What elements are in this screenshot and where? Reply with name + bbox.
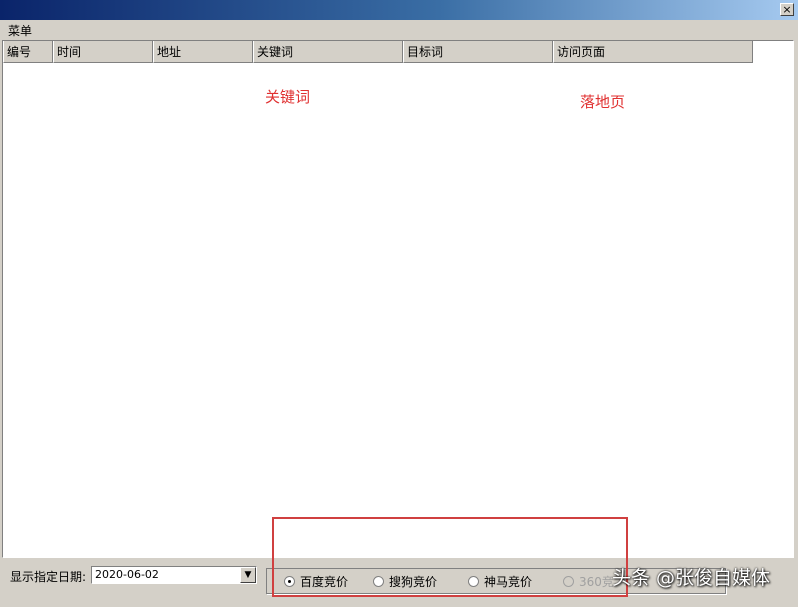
radio-baidu[interactable]: 百度竞价 [284, 572, 348, 590]
radio-shenma[interactable]: 神马竞价 [468, 572, 532, 590]
column-header-time[interactable]: 时间 [53, 41, 153, 63]
column-header-visited-page[interactable]: 访问页面 [553, 41, 753, 63]
date-dropdown-button[interactable]: ▼ [240, 567, 256, 583]
close-icon: × [782, 3, 792, 16]
radio-checked-dot [288, 579, 291, 583]
radio-label: 360竞 [579, 574, 614, 589]
keyword-annotation: 关键词 [265, 88, 311, 106]
radio-label[interactable]: 百度竞价 [300, 573, 348, 590]
radio-label[interactable]: 神马竞价 [484, 573, 532, 590]
radio-button-icon[interactable] [468, 575, 479, 587]
watermark: 头条 @张俊自媒体 [612, 567, 771, 589]
landing-page-annotation: 落地页 [580, 93, 626, 111]
column-header-id[interactable]: 编号 [3, 41, 53, 63]
column-header-address[interactable]: 地址 [153, 41, 253, 63]
menu-bar: 菜单 [0, 20, 798, 39]
list-header: 编号 时间 地址 关键词 目标词 访问页面 [3, 41, 753, 63]
column-header-target-word[interactable]: 目标词 [403, 41, 553, 63]
radio-button-icon [563, 575, 574, 587]
radio-sogou[interactable]: 搜狗竞价 [373, 572, 437, 590]
date-label: 显示指定日期: [10, 570, 87, 584]
radio-360: 360竞 [563, 572, 614, 590]
radio-button-icon[interactable] [373, 575, 384, 587]
record-list[interactable]: 编号 时间 地址 关键词 目标词 访问页面 关键词 落地页 [2, 40, 794, 558]
menu-item-menu[interactable]: 菜单 [8, 22, 32, 39]
date-value[interactable]: 2020-06-02 [95, 568, 159, 581]
title-bar: × [0, 0, 798, 20]
chevron-down-icon: ▼ [244, 570, 252, 580]
column-header-keyword[interactable]: 关键词 [253, 41, 403, 63]
radio-button-icon[interactable] [284, 575, 295, 587]
radio-label[interactable]: 搜狗竞价 [389, 573, 437, 590]
date-picker[interactable]: 2020-06-02 ▼ [91, 566, 257, 584]
close-button[interactable]: × [780, 3, 794, 16]
